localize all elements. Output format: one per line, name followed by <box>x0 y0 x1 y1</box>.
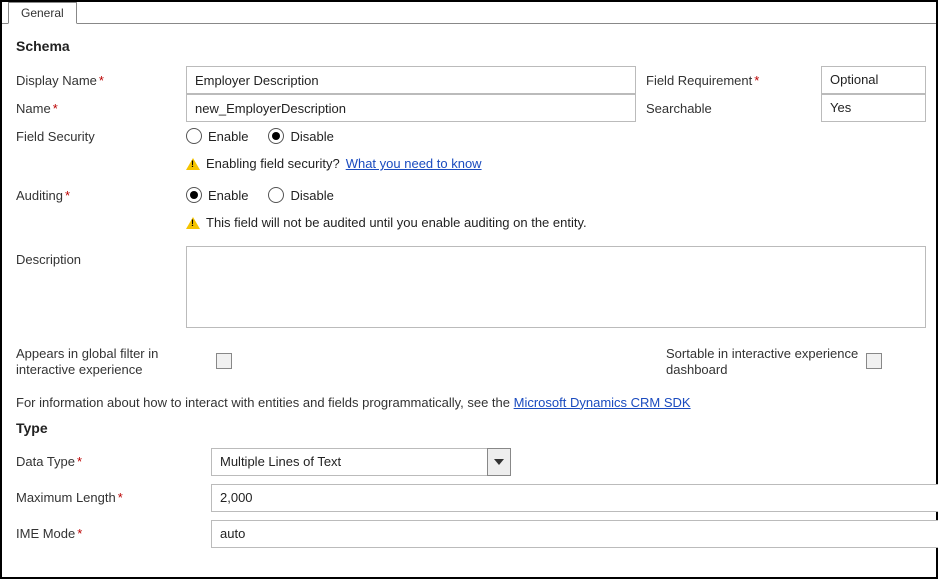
content-panel: Schema Display Name* Field Requirement* … <box>2 24 936 558</box>
tab-general[interactable]: General <box>8 2 77 24</box>
name-label: Name* <box>16 95 176 122</box>
searchable-label: Searchable <box>646 95 811 122</box>
data-type-dropdown-button[interactable] <box>487 448 511 476</box>
sdk-link[interactable]: Microsoft Dynamics CRM SDK <box>514 395 691 410</box>
searchable-select[interactable]: Yes <box>821 94 926 122</box>
description-label: Description <box>16 246 176 273</box>
tab-row: General <box>2 2 936 24</box>
auditing-label: Auditing* <box>16 182 176 209</box>
radio-icon-selected <box>186 187 202 203</box>
auditing-warn-text: This field will not be audited until you… <box>206 215 587 230</box>
appears-checkbox[interactable] <box>216 353 232 369</box>
field-security-label: Field Security <box>16 123 176 150</box>
warning-icon <box>186 217 200 229</box>
radio-icon <box>186 128 202 144</box>
name-input[interactable] <box>186 94 636 122</box>
radio-icon <box>268 187 284 203</box>
schema-heading: Schema <box>16 38 926 54</box>
auditing-enable-radio[interactable]: Enable <box>186 187 248 203</box>
chevron-down-icon <box>494 459 504 465</box>
auditing-disable-radio[interactable]: Disable <box>268 187 333 203</box>
info-text: For information about how to interact wi… <box>16 395 926 410</box>
field-security-link[interactable]: What you need to know <box>346 156 482 171</box>
appears-label: Appears in global filter in interactive … <box>16 346 216 379</box>
ime-mode-label: IME Mode* <box>16 520 201 547</box>
field-requirement-select[interactable]: Optional <box>821 66 926 94</box>
data-type-select[interactable]: Multiple Lines of Text <box>211 448 511 476</box>
data-type-label: Data Type* <box>16 448 201 475</box>
field-security-disable-radio[interactable]: Disable <box>268 128 333 144</box>
display-name-label: Display Name* <box>16 67 176 94</box>
sortable-checkbox[interactable] <box>866 353 882 369</box>
radio-icon-selected <box>268 128 284 144</box>
max-length-label: Maximum Length* <box>16 484 201 511</box>
field-requirement-label: Field Requirement* <box>646 67 811 94</box>
field-security-warn-text: Enabling field security? <box>206 156 340 171</box>
ime-mode-select[interactable]: auto <box>211 520 938 548</box>
type-heading: Type <box>16 420 926 436</box>
warning-icon <box>186 158 200 170</box>
display-name-input[interactable] <box>186 66 636 94</box>
sortable-label: Sortable in interactive experience dashb… <box>666 346 866 379</box>
max-length-input[interactable] <box>211 484 938 512</box>
description-textarea[interactable] <box>186 246 926 328</box>
field-security-enable-radio[interactable]: Enable <box>186 128 248 144</box>
